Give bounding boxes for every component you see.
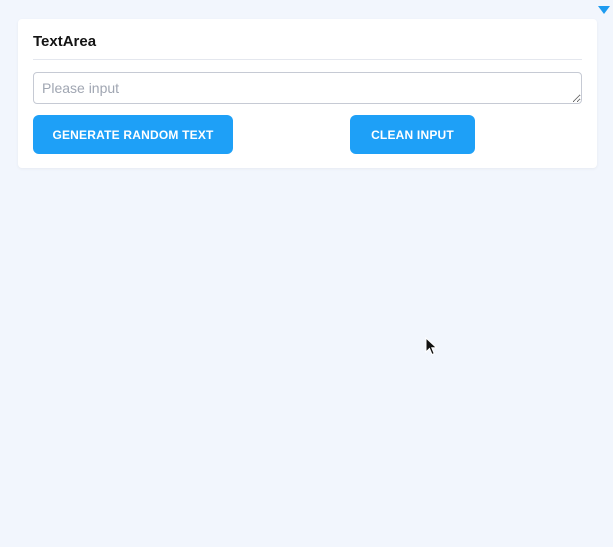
- mouse-cursor-icon: [425, 337, 438, 356]
- card-title: TextArea: [33, 33, 97, 50]
- text-input-area[interactable]: [33, 72, 582, 104]
- textarea-container: [33, 72, 582, 104]
- textarea-card: TextArea GENERATE RANDOM TEXT CLEAN INPU…: [18, 19, 597, 168]
- clean-input-button[interactable]: CLEAN INPUT: [350, 115, 475, 154]
- title-divider: [33, 59, 582, 60]
- caret-down-icon: [598, 6, 610, 14]
- generate-random-text-button[interactable]: GENERATE RANDOM TEXT: [33, 115, 233, 154]
